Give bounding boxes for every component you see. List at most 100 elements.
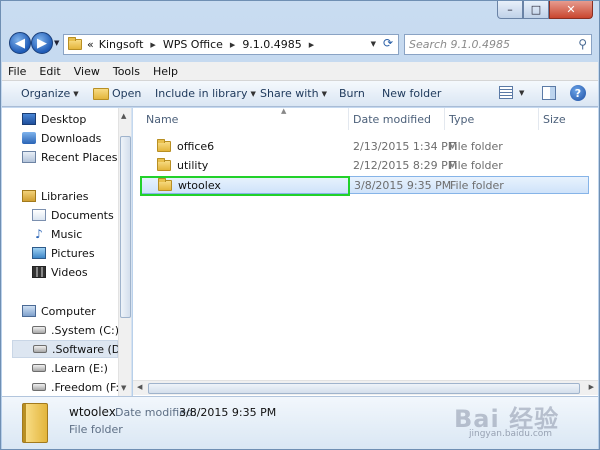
- date-modified-cell: 2/13/2015 1:34 PM: [353, 139, 458, 153]
- drive-icon: [32, 383, 46, 391]
- nav-desktop[interactable]: Desktop: [22, 110, 86, 128]
- nav-drive-f[interactable]: .Freedom (F:): [32, 378, 124, 396]
- file-list: ▲ Name Date modified Type Size office6 2…: [133, 107, 598, 396]
- organize-button[interactable]: Organize ▼: [21, 87, 79, 100]
- nav-pictures[interactable]: Pictures: [32, 244, 95, 262]
- address-overflow[interactable]: «: [87, 38, 94, 51]
- nav-drive-d[interactable]: .Software (D:): [12, 340, 128, 358]
- nav-label: .Learn (E:): [51, 361, 108, 375]
- close-button[interactable]: ✕: [549, 1, 593, 19]
- open-folder-icon: [93, 87, 109, 100]
- menu-edit[interactable]: Edit: [39, 65, 60, 78]
- chevron-right-icon[interactable]: ▶: [309, 41, 314, 49]
- nav-computer[interactable]: Computer: [22, 302, 96, 320]
- scrollbar-thumb[interactable]: [120, 136, 131, 318]
- desktop-icon: [22, 113, 36, 125]
- menu-tools[interactable]: Tools: [113, 65, 140, 78]
- command-bar: Organize ▼ Open Include in library ▼ Sha…: [2, 81, 598, 107]
- scroll-right-icon[interactable]: ▶: [589, 383, 594, 391]
- nav-label: .System (C:): [51, 323, 119, 337]
- dropdown-arrow-icon: ▼: [321, 89, 327, 98]
- column-header-size[interactable]: Size: [539, 108, 598, 130]
- nav-drive-c[interactable]: .System (C:): [32, 321, 119, 339]
- folder-icon: [68, 37, 82, 50]
- view-dropdown-icon[interactable]: ▼: [519, 89, 524, 97]
- scrollbar-thumb[interactable]: [148, 383, 580, 394]
- share-label: Share with: [260, 87, 319, 100]
- nav-label: .Freedom (F:): [51, 380, 124, 394]
- type-cell: File folder: [449, 158, 503, 172]
- help-icon[interactable]: ?: [570, 85, 586, 101]
- scroll-up-icon[interactable]: ▲: [121, 112, 126, 120]
- search-input[interactable]: Search 9.1.0.4985 ⚲: [404, 34, 592, 55]
- nav-documents[interactable]: Documents: [32, 206, 114, 224]
- new-folder-label: New folder: [382, 87, 442, 100]
- table-row[interactable]: utility 2/12/2015 8:29 PM File folder: [141, 156, 589, 174]
- scroll-down-icon[interactable]: ▼: [121, 384, 126, 392]
- column-header-type[interactable]: Type: [445, 108, 539, 130]
- file-name: utility: [177, 158, 209, 172]
- include-in-library-button[interactable]: Include in library ▼: [155, 87, 256, 100]
- horizontal-scrollbar[interactable]: ◀ ▶: [133, 380, 598, 395]
- breadcrumb-version[interactable]: 9.1.0.4985: [242, 38, 301, 51]
- open-button[interactable]: Open: [93, 87, 141, 100]
- nav-downloads[interactable]: Downloads: [22, 129, 101, 147]
- back-button[interactable]: ◀: [9, 32, 31, 54]
- column-header-name[interactable]: Name: [133, 108, 349, 130]
- folder-icon: [22, 403, 48, 443]
- minimize-button[interactable]: –: [497, 1, 523, 19]
- caption-buttons: – □ ✕: [497, 1, 593, 19]
- nav-label: Libraries: [41, 189, 89, 203]
- recent-pages-dropdown[interactable]: ▼: [54, 39, 59, 47]
- chevron-right-icon[interactable]: ▶: [230, 41, 235, 49]
- drive-icon: [33, 345, 47, 353]
- nav-drive-e[interactable]: .Learn (E:): [32, 359, 108, 377]
- nav-pane-scrollbar[interactable]: ▲ ▼: [118, 108, 131, 396]
- nav-label: Music: [51, 227, 83, 241]
- column-label: Size: [543, 112, 566, 126]
- chevron-right-icon[interactable]: ▶: [150, 41, 155, 49]
- nav-label: Pictures: [51, 246, 95, 260]
- include-label: Include in library: [155, 87, 248, 100]
- nav-libraries[interactable]: Libraries: [22, 187, 89, 205]
- nav-music[interactable]: ♪ Music: [32, 225, 82, 243]
- nav-label: Videos: [51, 265, 88, 279]
- table-row[interactable]: office6 2/13/2015 1:34 PM File folder: [141, 137, 589, 155]
- new-folder-button[interactable]: New folder: [382, 87, 441, 100]
- nav-label: Computer: [41, 304, 96, 318]
- preview-pane-icon[interactable]: [542, 86, 556, 100]
- details-name: wtoolex: [69, 405, 116, 419]
- menu-help[interactable]: Help: [153, 65, 178, 78]
- address-dropdown[interactable]: ▼: [371, 40, 376, 48]
- recent-places-icon: [22, 151, 36, 163]
- search-placeholder: Search 9.1.0.4985: [409, 38, 511, 51]
- maximize-button[interactable]: □: [523, 1, 549, 19]
- organize-label: Organize: [21, 87, 71, 100]
- menu-view[interactable]: View: [74, 65, 100, 78]
- nav-label: .Software (D:): [52, 342, 129, 356]
- videos-icon: [32, 266, 46, 278]
- breadcrumb-kingsoft[interactable]: Kingsoft: [99, 38, 144, 51]
- column-header-date[interactable]: Date modified: [349, 108, 445, 130]
- scroll-left-icon[interactable]: ◀: [137, 383, 142, 391]
- nav-label: Documents: [51, 208, 114, 222]
- search-icon[interactable]: ⚲: [578, 37, 587, 51]
- share-with-button[interactable]: Share with ▼: [260, 87, 327, 100]
- details-pane: wtoolex Date modified: 3/8/2015 9:35 PM …: [2, 396, 598, 449]
- menu-file[interactable]: File: [8, 65, 26, 78]
- forward-button[interactable]: ▶: [31, 32, 53, 54]
- downloads-icon: [22, 132, 36, 144]
- breadcrumb-wps-office[interactable]: WPS Office: [163, 38, 223, 51]
- burn-label: Burn: [339, 87, 365, 100]
- date-modified-cell: 3/8/2015 9:35 PM: [354, 178, 452, 192]
- open-label: Open: [112, 87, 142, 100]
- nav-videos[interactable]: Videos: [32, 263, 88, 281]
- nav-label: Downloads: [41, 131, 102, 145]
- nav-label: Recent Places: [41, 150, 118, 164]
- nav-recent-places[interactable]: Recent Places: [22, 148, 118, 166]
- address-bar[interactable]: « Kingsoft ▶ WPS Office ▶ 9.1.0.4985 ▶ ▼: [63, 34, 399, 55]
- refresh-button[interactable]: ⟳: [379, 36, 397, 53]
- view-options-icon[interactable]: [499, 86, 513, 99]
- column-label: Type: [449, 112, 475, 126]
- burn-button[interactable]: Burn: [339, 87, 365, 100]
